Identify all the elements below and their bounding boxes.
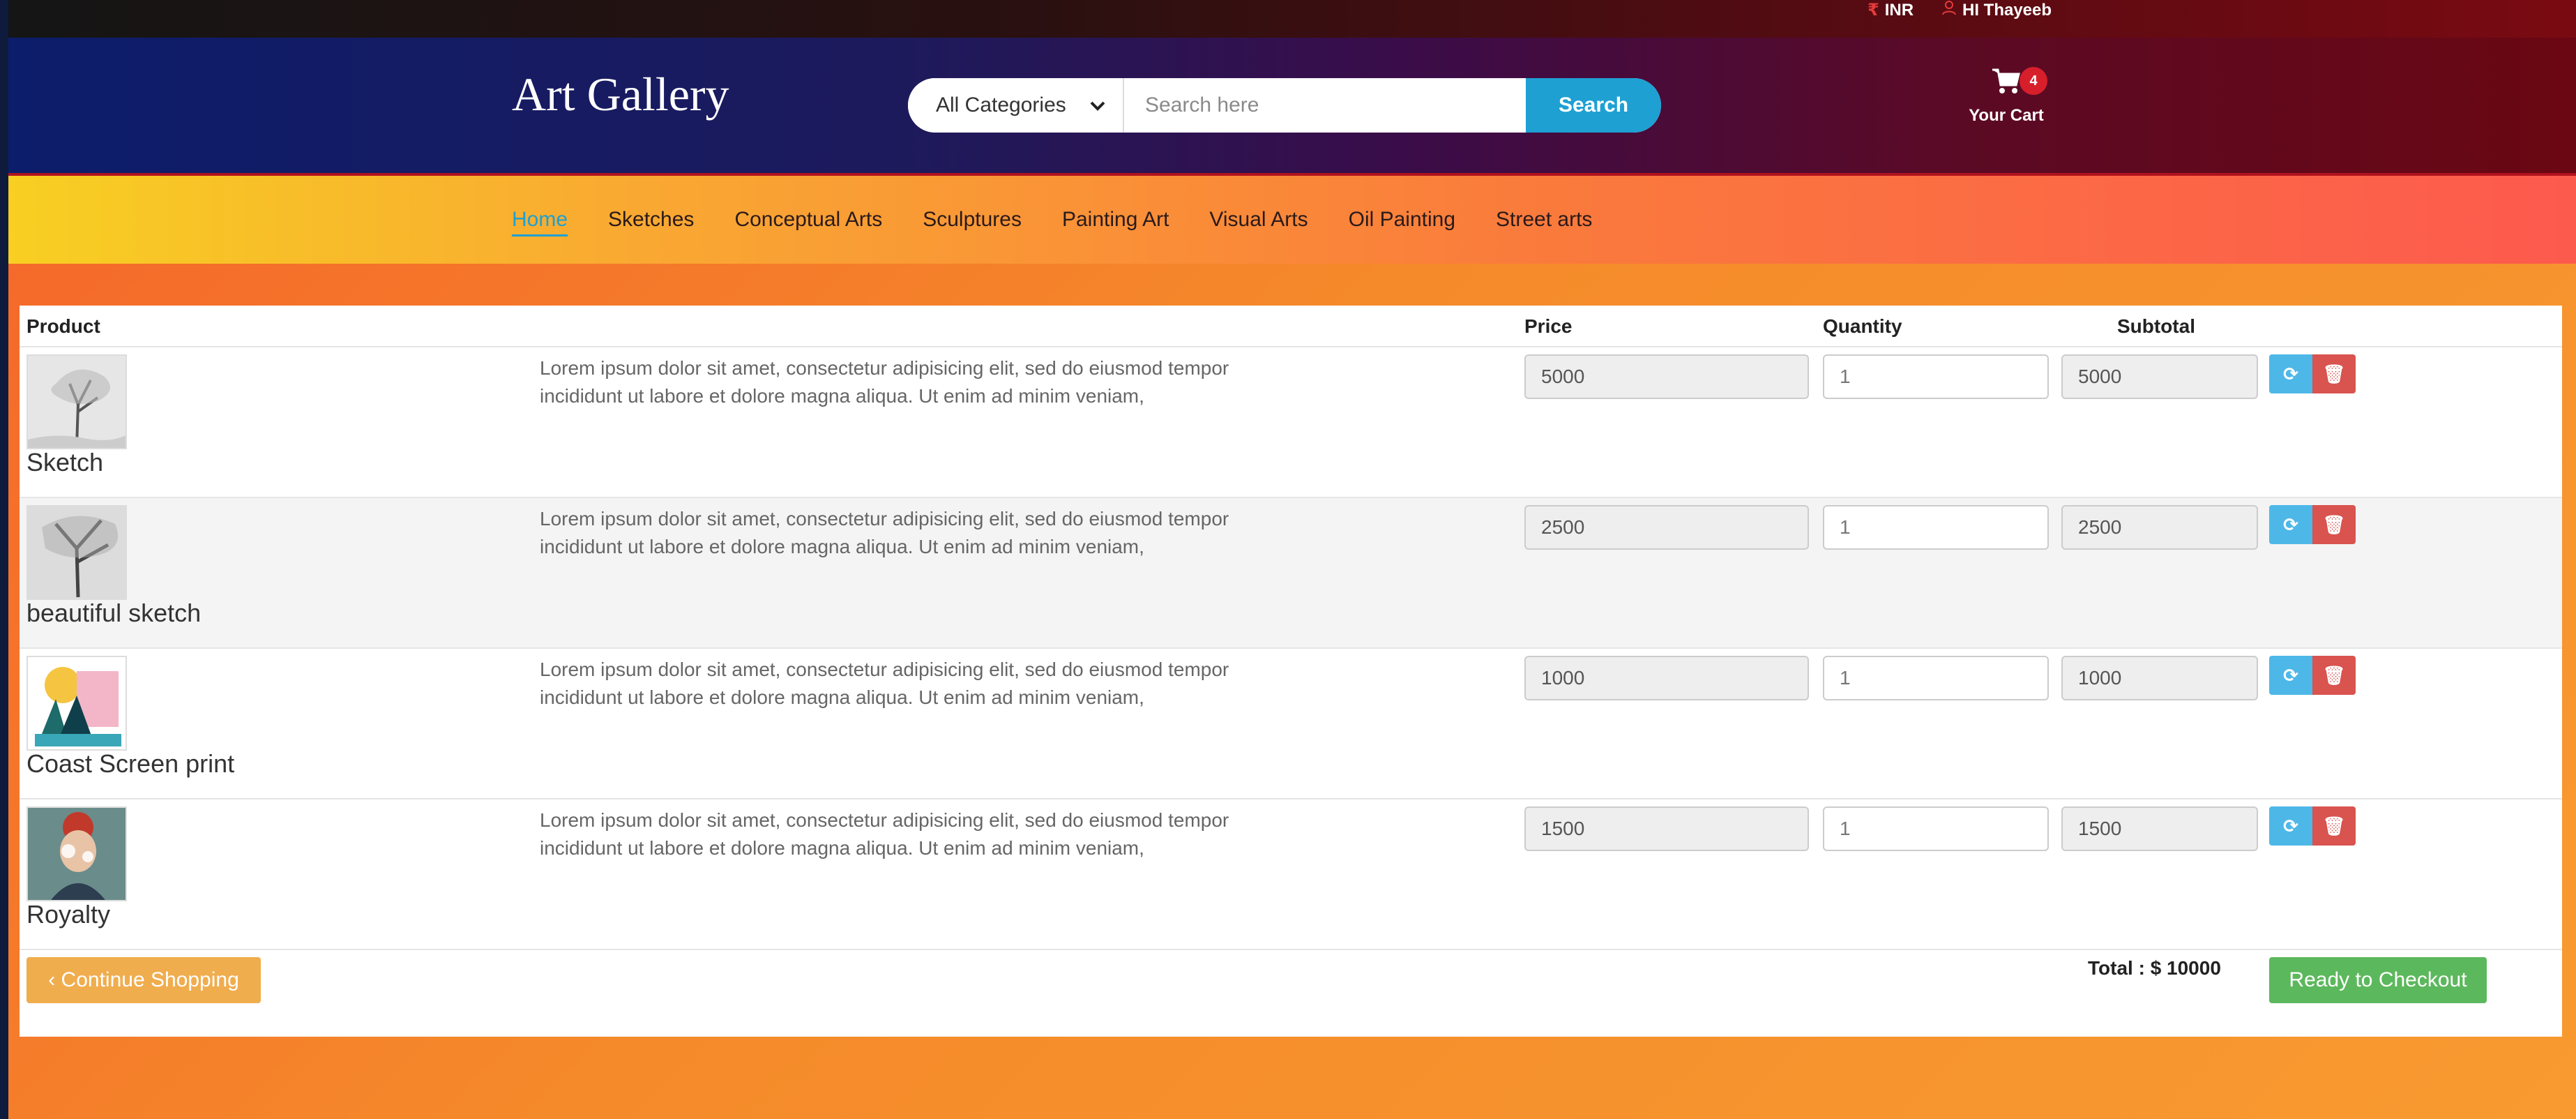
product-description: Lorem ipsum dolor sit amet, consectetur … [540, 659, 1229, 708]
remove-button[interactable]: 🗑 [2312, 656, 2356, 695]
refresh-button[interactable]: ⟳ [2269, 505, 2312, 544]
site-header: Art Gallery All Categories Search 4 Your… [8, 38, 2576, 176]
column-product: Product [26, 315, 100, 337]
column-price: Price [1524, 315, 1573, 337]
category-select-value: All Categories [936, 93, 1066, 117]
cart-table: Product Price Quantity Subtotal Sketch L… [20, 306, 2562, 1037]
remove-button[interactable]: 🗑 [2312, 505, 2356, 544]
nav-item-street-arts[interactable]: Street arts [1496, 208, 1592, 236]
quantity-input[interactable]: 1 [1823, 354, 2049, 399]
refresh-icon: ⟳ [2283, 815, 2298, 836]
refresh-icon: ⟳ [2283, 664, 2298, 686]
trash-icon: 🗑 [2322, 513, 2346, 535]
remove-button[interactable]: 🗑 [2312, 806, 2356, 846]
refresh-icon: ⟳ [2283, 513, 2298, 535]
table-header: Product Price Quantity Subtotal [20, 306, 2562, 347]
quantity-input[interactable]: 1 [1823, 505, 2049, 550]
refresh-button[interactable]: ⟳ [2269, 354, 2312, 393]
subtotal-field: 2500 [2061, 505, 2258, 550]
search-button[interactable]: Search [1526, 78, 1661, 133]
nav-item-home[interactable]: Home [512, 208, 568, 236]
table-row: Coast Screen print Lorem ipsum dolor sit… [20, 649, 2562, 799]
subtotal-field: 5000 [2061, 354, 2258, 399]
table-row: Sketch Lorem ipsum dolor sit amet, conse… [20, 347, 2562, 498]
chevron-down-icon [1090, 95, 1105, 117]
user-icon [1941, 0, 1957, 21]
table-row: Royalty Lorem ipsum dolor sit amet, cons… [20, 799, 2562, 950]
price-field: 2500 [1524, 505, 1809, 550]
nav-item-painting-art[interactable]: Painting Art [1062, 208, 1169, 236]
currency-selector[interactable]: ₹ INR [1867, 0, 1914, 21]
price-field: 1500 [1524, 806, 1809, 851]
product-name[interactable]: Royalty [26, 900, 110, 929]
user-greeting: HI Thayeeb [1962, 1, 2052, 20]
product-name[interactable]: beautiful sketch [26, 599, 201, 628]
subtotal-field: 1500 [2061, 806, 2258, 851]
quantity-input[interactable]: 1 [1823, 806, 2049, 851]
user-menu[interactable]: HI Thayeeb [1941, 0, 2052, 21]
product-name[interactable]: Coast Screen print [26, 749, 234, 779]
cart-count-badge: 4 [2020, 67, 2047, 95]
product-description: Lorem ipsum dolor sit amet, consectetur … [540, 357, 1229, 407]
cart-label: Your Cart [1969, 106, 2044, 125]
refresh-icon: ⟳ [2283, 363, 2298, 384]
remove-button[interactable]: 🗑 [2312, 354, 2356, 393]
category-nav: Home Sketches Conceptual Arts Sculptures… [8, 176, 2576, 264]
nav-item-sketches[interactable]: Sketches [608, 208, 694, 236]
product-thumbnail[interactable] [26, 656, 127, 751]
continue-shopping-button[interactable]: ‹ Continue Shopping [26, 957, 261, 1003]
nav-item-sculptures[interactable]: Sculptures [923, 208, 1022, 236]
column-quantity: Quantity [1823, 315, 1902, 337]
category-select[interactable]: All Categories [908, 78, 1124, 133]
cart-total: Total : $ 10000 [2088, 957, 2221, 979]
product-description: Lorem ipsum dolor sit amet, consectetur … [540, 508, 1229, 557]
trash-icon: 🗑 [2322, 815, 2346, 836]
quantity-input[interactable]: 1 [1823, 656, 2049, 700]
rupee-icon: ₹ [1867, 1, 1879, 20]
nav-item-conceptual-arts[interactable]: Conceptual Arts [734, 208, 882, 236]
checkout-button[interactable]: Ready to Checkout [2269, 957, 2487, 1003]
trash-icon: 🗑 [2322, 664, 2346, 686]
product-thumbnail[interactable] [26, 354, 127, 449]
app-frame: ₹ INR HI Thayeeb Art Gallery All Categor… [8, 0, 2576, 1119]
product-description: Lorem ipsum dolor sit amet, consectetur … [540, 809, 1229, 859]
search-input[interactable] [1124, 78, 1526, 133]
search-bar: All Categories Search [908, 78, 1661, 133]
subtotal-field: 1000 [2061, 656, 2258, 700]
column-subtotal: Subtotal [2117, 315, 2195, 337]
site-logo[interactable]: Art Gallery [512, 67, 729, 122]
refresh-button[interactable]: ⟳ [2269, 806, 2312, 846]
top-bar: ₹ INR HI Thayeeb [8, 0, 2576, 38]
price-field: 1000 [1524, 656, 1809, 700]
product-name[interactable]: Sketch [26, 448, 103, 477]
product-thumbnail[interactable] [26, 806, 127, 901]
nav-item-visual-arts[interactable]: Visual Arts [1209, 208, 1308, 236]
price-field: 5000 [1524, 354, 1809, 399]
trash-icon: 🗑 [2322, 363, 2346, 384]
refresh-button[interactable]: ⟳ [2269, 656, 2312, 695]
currency-label: INR [1884, 1, 1914, 20]
nav-item-oil-painting[interactable]: Oil Painting [1349, 208, 1455, 236]
cart-link[interactable]: 4 Your Cart [1961, 67, 2052, 130]
product-thumbnail[interactable] [26, 505, 127, 600]
table-row: beautiful sketch Lorem ipsum dolor sit a… [20, 498, 2562, 649]
